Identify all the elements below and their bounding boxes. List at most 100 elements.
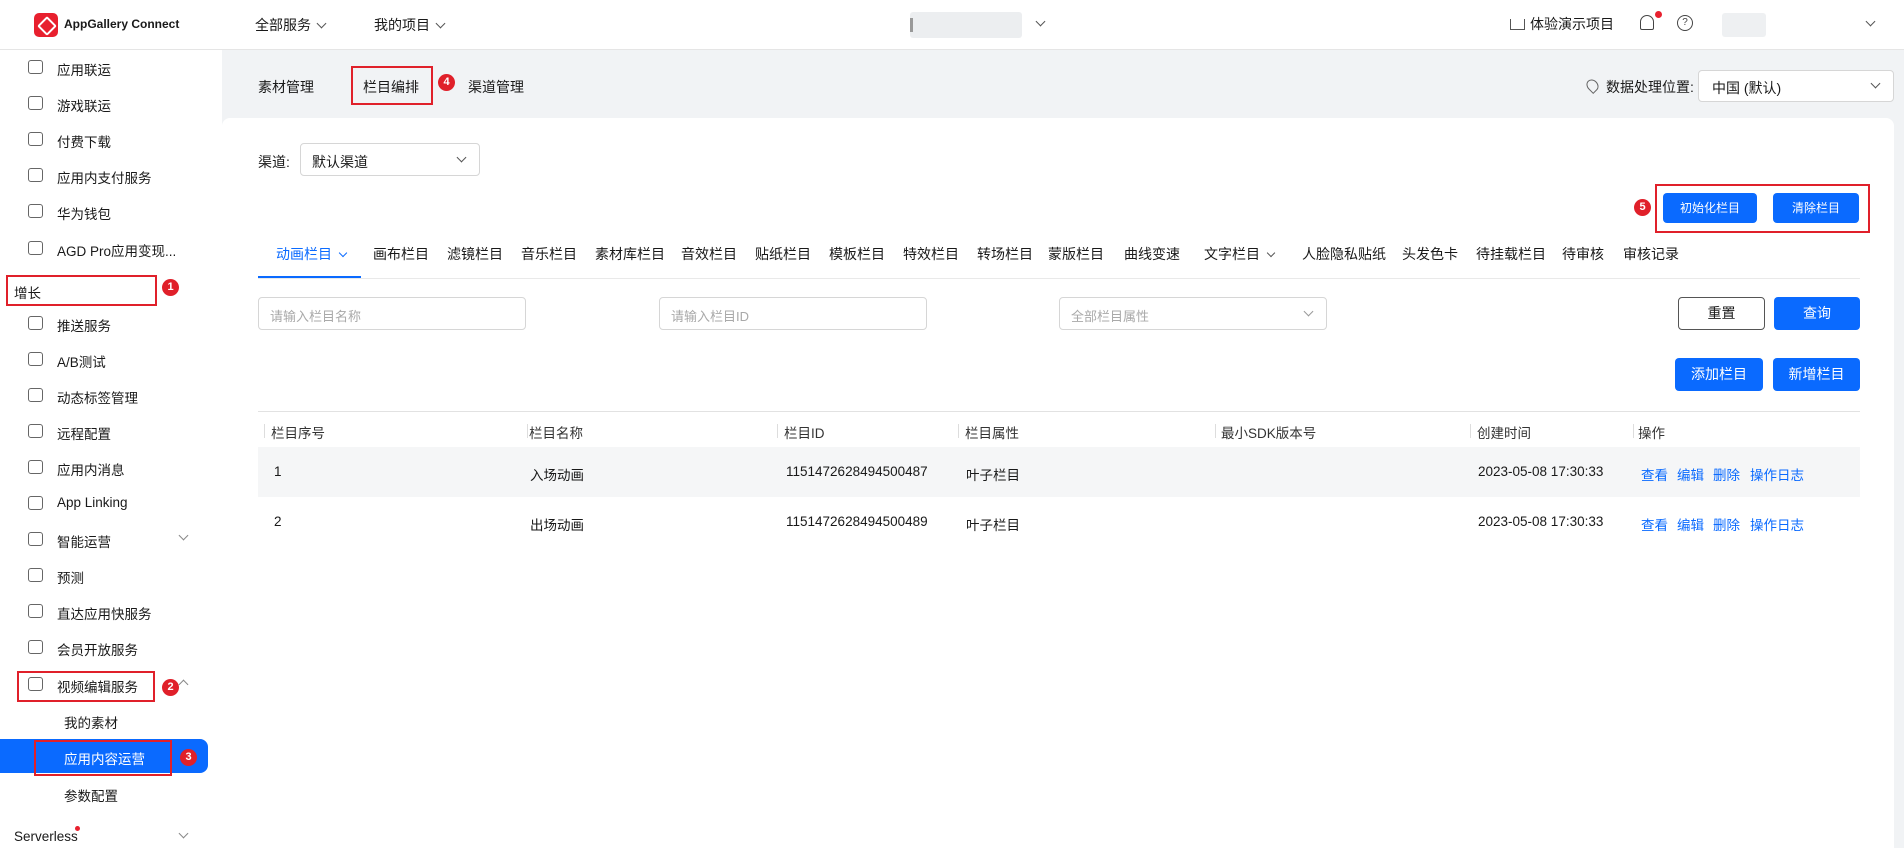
annotation-badge-3: 3 — [180, 749, 197, 766]
tab-effect-column[interactable]: 特效栏目 — [903, 244, 959, 264]
tab-music-column[interactable]: 音乐栏目 — [521, 244, 577, 264]
operation-log-link[interactable]: 操作日志 — [1750, 514, 1804, 534]
sidebar-sub-params[interactable]: 参数配置 — [0, 778, 222, 808]
sidebar-sub-label: 参数配置 — [64, 789, 118, 804]
tab-pending-mount[interactable]: 待挂载栏目 — [1476, 244, 1546, 264]
chevron-up-icon — [178, 679, 189, 690]
column-attr-select[interactable]: 全部栏目属性 — [1059, 297, 1327, 330]
tab-channel-management[interactable]: 渠道管理 — [468, 77, 524, 97]
tab-material-lib-column[interactable]: 素材库栏目 — [595, 244, 665, 264]
column-name-input[interactable]: 请输入栏目名称 — [258, 297, 526, 330]
tab-curve-speed[interactable]: 曲线变速 — [1124, 244, 1180, 264]
all-services-menu[interactable]: 全部服务 — [255, 15, 327, 35]
tab-face-privacy-sticker[interactable]: 人脸隐私贴纸 — [1302, 244, 1386, 264]
sidebar-item-wallet[interactable]: 华为钱包 — [0, 196, 222, 226]
tab-divider — [258, 278, 1860, 279]
annotation-box-4 — [351, 66, 433, 105]
tab-animation-column[interactable]: 动画栏目 — [276, 244, 348, 264]
sidebar-item-smart-ops[interactable]: 智能运营 — [0, 524, 222, 554]
sidebar-item-game-joint[interactable]: 游戏联运 — [0, 88, 222, 118]
reset-button[interactable]: 重置 — [1678, 297, 1765, 330]
sidebar-item-label: 付费下载 — [57, 135, 111, 150]
tab-text-column[interactable]: 文字栏目 — [1204, 244, 1276, 264]
sidebar-item-label: 智能运营 — [57, 535, 111, 550]
help-icon[interactable]: ? — [1677, 15, 1693, 31]
top-bar: AppGallery Connect 全部服务 我的项目 体验演示项目 ? — [0, 0, 1904, 50]
tab-material-management[interactable]: 素材管理 — [258, 77, 314, 97]
view-link[interactable]: 查看 — [1641, 514, 1668, 534]
sidebar-item-agd-pro[interactable]: AGD Pro应用变现... — [0, 233, 222, 263]
annotation-box-1 — [6, 275, 157, 306]
delete-link[interactable]: 删除 — [1713, 464, 1740, 484]
region-select[interactable]: 中国 (默认) — [1698, 70, 1894, 102]
chevron-down-icon — [1870, 78, 1881, 89]
chevron-down-icon — [316, 18, 327, 29]
tab-label: 文字栏目 — [1204, 246, 1260, 262]
tab-sticker-column[interactable]: 贴纸栏目 — [755, 244, 811, 264]
tab-pending-review[interactable]: 待审核 — [1562, 244, 1604, 264]
th-name: 栏目名称 — [529, 426, 583, 441]
tab-hair-color-card[interactable]: 头发色卡 — [1402, 244, 1458, 264]
annotation-box-2 — [17, 671, 155, 702]
sidebar-item-predict[interactable]: 预测 — [0, 560, 222, 590]
sidebar: 应用联运 游戏联运 付费下载 应用内支付服务 华为钱包 AGD Pro应用变现.… — [0, 50, 222, 848]
annotation-badge-4: 4 — [438, 74, 455, 91]
sidebar-item-iap[interactable]: 应用内支付服务 — [0, 160, 222, 190]
user-menu-toggle[interactable] — [1860, 15, 1876, 31]
edit-link[interactable]: 编辑 — [1677, 514, 1704, 534]
chevron-down-icon — [178, 828, 189, 839]
member-icon — [28, 640, 43, 654]
project-selector[interactable] — [910, 12, 1022, 38]
sidebar-item-label: 预测 — [57, 571, 84, 586]
tab-sound-column[interactable]: 音效栏目 — [681, 244, 737, 264]
message-icon — [28, 460, 43, 474]
bell-icon[interactable] — [1640, 15, 1654, 30]
operation-log-link[interactable]: 操作日志 — [1750, 464, 1804, 484]
appgallery-logo-icon[interactable] — [34, 13, 58, 37]
sidebar-sub-my-material[interactable]: 我的素材 — [0, 705, 222, 735]
column-separator — [958, 424, 959, 438]
sidebar-item-remote-config[interactable]: 远程配置 — [0, 416, 222, 446]
tab-canvas-column[interactable]: 画布栏目 — [373, 244, 429, 264]
sidebar-item-app-linking[interactable]: App Linking — [0, 488, 222, 518]
add-column-button[interactable]: 添加栏目 — [1675, 358, 1763, 391]
chevron-down-icon — [1035, 16, 1046, 27]
cell-created: 2023-05-08 17:30:33 — [1478, 514, 1604, 529]
delete-link[interactable]: 删除 — [1713, 514, 1740, 534]
tab-mask-column[interactable]: 蒙版栏目 — [1048, 244, 1104, 264]
column-separator — [1633, 424, 1634, 438]
project-selector-toggle[interactable] — [1030, 15, 1046, 31]
sidebar-item-member[interactable]: 会员开放服务 — [0, 632, 222, 662]
sidebar-item-ab-test[interactable]: A/B测试 — [0, 344, 222, 374]
annotation-box-3 — [34, 740, 172, 776]
agd-icon — [28, 241, 43, 255]
tab-template-column[interactable]: 模板栏目 — [829, 244, 885, 264]
tab-transition-column[interactable]: 转场栏目 — [977, 244, 1033, 264]
sidebar-group-serverless[interactable]: Serverless — [0, 822, 222, 848]
edit-link[interactable]: 编辑 — [1677, 464, 1704, 484]
query-button[interactable]: 查询 — [1774, 297, 1860, 330]
my-projects-menu[interactable]: 我的项目 — [374, 15, 446, 35]
sidebar-item-label: 推送服务 — [57, 319, 111, 334]
tab-filter-column[interactable]: 滤镜栏目 — [447, 244, 503, 264]
iap-icon — [28, 168, 43, 182]
tab-review-records[interactable]: 审核记录 — [1623, 244, 1679, 264]
column-id-input[interactable]: 请输入栏目ID — [659, 297, 927, 330]
view-link[interactable]: 查看 — [1641, 464, 1668, 484]
new-column-button[interactable]: 新增栏目 — [1773, 358, 1860, 391]
annotation-badge-1: 1 — [162, 279, 179, 296]
avatar[interactable] — [1722, 13, 1766, 37]
sidebar-item-label: 动态标签管理 — [57, 391, 138, 406]
sidebar-item-quick-service[interactable]: 直达应用快服务 — [0, 596, 222, 626]
sidebar-item-in-app-message[interactable]: 应用内消息 — [0, 452, 222, 482]
sidebar-item-paid-download[interactable]: 付费下载 — [0, 124, 222, 154]
sidebar-item-label: AGD Pro应用变现... — [57, 244, 177, 259]
channel-select[interactable]: 默认渠道 — [300, 143, 480, 176]
demo-project-link[interactable]: 体验演示项目 — [1510, 14, 1614, 34]
sidebar-item-app-joint[interactable]: 应用联运 — [0, 52, 222, 82]
sidebar-item-push[interactable]: 推送服务 — [0, 308, 222, 338]
channel-label: 渠道: — [258, 154, 290, 170]
column-id-placeholder: 请输入栏目ID — [671, 309, 750, 324]
cell-attr: 叶子栏目 — [966, 518, 1020, 533]
sidebar-item-tag-manager[interactable]: 动态标签管理 — [0, 380, 222, 410]
